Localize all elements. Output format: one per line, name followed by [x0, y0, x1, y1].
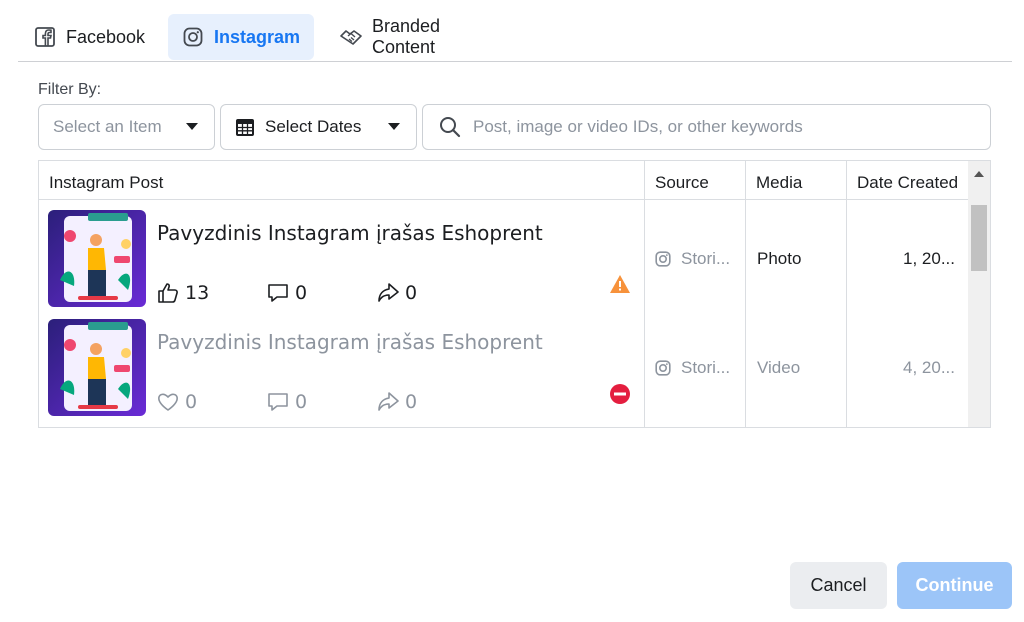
likes-value: 13 — [185, 282, 210, 304]
scroll-up-arrow-icon[interactable] — [974, 171, 984, 177]
comment-icon — [267, 282, 295, 304]
posts-table: Instagram Post Source Media Date Created… — [38, 160, 991, 428]
scrollbar-thumb[interactable] — [971, 205, 987, 271]
post-title[interactable]: Pavyzdinis Instagram įrašas Eshoprent — [157, 330, 543, 354]
date-cell: 4, 20... — [903, 358, 955, 377]
source-cell: Stori... — [655, 358, 730, 378]
table-row[interactable]: Pavyzdinis Instagram įrašas Eshoprent 0 … — [39, 308, 969, 416]
search-icon — [439, 116, 461, 138]
share-icon — [377, 391, 405, 413]
shares-value: 0 — [405, 282, 418, 304]
calendar-icon — [235, 117, 255, 137]
source-cell: Stori... — [655, 249, 730, 269]
table-scrollbar[interactable] — [968, 161, 990, 427]
table-row[interactable]: Pavyzdinis Instagram įrašas Eshoprent 13… — [39, 199, 969, 307]
comments-count: 0 — [267, 282, 307, 304]
media-cell: Video — [757, 358, 801, 377]
continue-button[interactable]: Continue — [897, 562, 1012, 609]
warning-icon[interactable] — [609, 274, 631, 299]
heart-icon — [157, 391, 185, 413]
column-header-media[interactable]: Media — [746, 161, 847, 199]
comments-value: 0 — [295, 391, 308, 413]
caret-down-icon — [388, 123, 400, 130]
shares-count: 0 — [377, 391, 417, 413]
tab-label: Instagram — [213, 26, 300, 47]
tab-facebook[interactable]: Facebook — [20, 14, 160, 60]
dropdown-label: Select Dates — [265, 117, 362, 136]
shares-value: 0 — [405, 391, 418, 413]
select-item-dropdown[interactable]: Select an Item — [38, 104, 215, 150]
likes-value: 0 — [185, 391, 198, 413]
shares-count: 0 — [377, 282, 417, 304]
tab-instagram[interactable]: Instagram — [168, 14, 314, 60]
handshake-icon — [340, 26, 362, 48]
source-value: Stori... — [681, 358, 731, 377]
media-cell: Photo — [757, 249, 802, 268]
share-icon — [377, 282, 405, 304]
post-thumbnail — [48, 210, 146, 307]
comments-value: 0 — [295, 282, 308, 304]
post-thumbnail — [48, 319, 146, 416]
select-dates-dropdown[interactable]: Select Dates — [220, 104, 417, 150]
tab-label: Facebook — [66, 26, 146, 47]
comments-count: 0 — [267, 391, 307, 413]
thumbs-up-icon — [157, 282, 185, 304]
caret-down-icon — [186, 123, 198, 130]
source-value: Stori... — [681, 249, 731, 268]
tab-bar: Facebook Instagram Branded Content — [18, 14, 1012, 62]
comment-icon — [267, 391, 295, 413]
search-box — [422, 104, 991, 150]
instagram-icon — [182, 26, 204, 48]
column-header-source[interactable]: Source — [645, 161, 746, 199]
dropdown-label: Select an Item — [53, 117, 162, 136]
instagram-icon — [655, 251, 671, 267]
column-header-date[interactable]: Date Created — [847, 161, 971, 199]
post-title[interactable]: Pavyzdinis Instagram įrašas Eshoprent — [157, 221, 543, 245]
filter-label: Filter By: — [38, 81, 102, 98]
likes-count: 13 — [157, 282, 209, 304]
facebook-icon — [34, 26, 56, 48]
instagram-icon — [655, 360, 671, 376]
date-cell: 1, 20... — [903, 249, 955, 268]
column-header-post[interactable]: Instagram Post — [39, 161, 645, 199]
tab-label: Branded Content — [372, 16, 441, 57]
tab-branded-content[interactable]: Branded Content — [326, 14, 522, 60]
likes-count: 0 — [157, 391, 197, 413]
cancel-button[interactable]: Cancel — [790, 562, 887, 609]
blocked-icon[interactable] — [609, 383, 631, 410]
search-input[interactable] — [471, 116, 975, 138]
